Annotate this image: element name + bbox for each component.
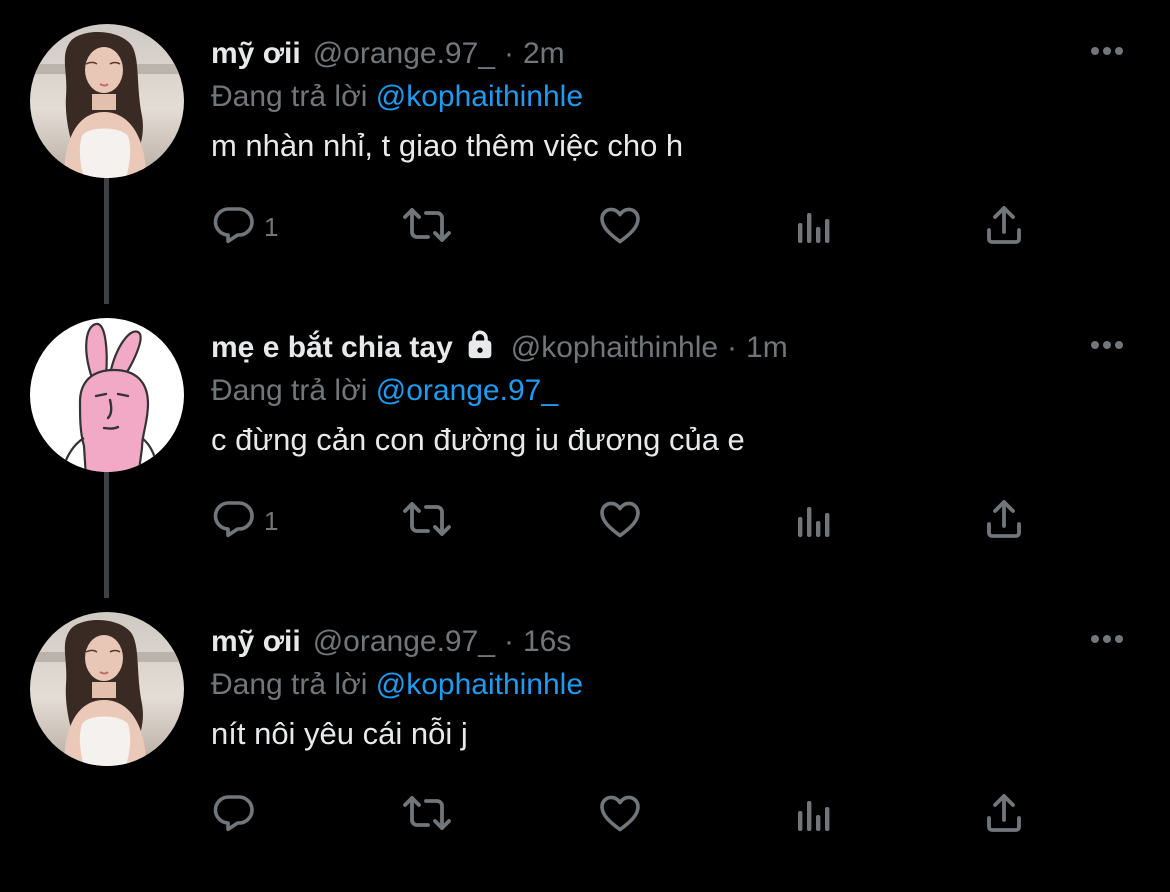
replying-mention-link[interactable]: @kophaithinhle <box>376 668 583 701</box>
avatar[interactable] <box>30 612 184 766</box>
tweet-text: m nhàn nhỉ, t giao thêm việc cho h <box>211 128 684 163</box>
share-icon <box>980 201 1028 254</box>
like-button[interactable] <box>596 202 644 252</box>
tweet-actions <box>210 790 1050 840</box>
separator-dot: · <box>503 625 514 658</box>
tweet-text: c đừng cản con đường iu đương của e <box>211 422 745 457</box>
replying-mention-link[interactable]: @orange.97_ <box>376 374 558 407</box>
handle[interactable]: @kophaithinhle <box>511 331 718 365</box>
views-button[interactable] <box>790 202 838 252</box>
retweet-button[interactable] <box>400 496 454 546</box>
reply-button[interactable]: 1 <box>210 202 278 252</box>
replying-to: Đang trả lời @kophaithinhle <box>211 668 583 702</box>
reply-bubble-icon <box>210 495 258 548</box>
timestamp[interactable]: 16s <box>523 625 571 659</box>
retweet-button[interactable] <box>400 202 454 252</box>
tweet[interactable]: mỹ ơii @orange.97_ · 16s Đang trả lời @k… <box>0 598 1170 892</box>
retweet-icon <box>400 789 454 842</box>
replying-to: Đang trả lời @kophaithinhle <box>211 80 583 114</box>
analytics-icon <box>790 495 838 548</box>
share-button[interactable] <box>980 790 1028 840</box>
like-button[interactable] <box>596 496 644 546</box>
more-dots-icon <box>1087 44 1127 62</box>
avatar[interactable] <box>30 318 184 472</box>
tweet-text: nít nôi yêu cái nỗi j <box>211 716 468 751</box>
tweet-actions: 1 <box>210 202 1050 252</box>
replying-prefix: Đang trả lời <box>211 374 368 407</box>
tweet-header: mỹ ơii @orange.97_ · 2m <box>211 34 565 74</box>
tweet[interactable]: mỹ ơii @orange.97_ · 2m Đang trả lời @ko… <box>0 10 1170 304</box>
more-options-button[interactable] <box>1086 334 1128 360</box>
more-options-button[interactable] <box>1086 628 1128 654</box>
replying-prefix: Đang trả lời <box>211 80 368 113</box>
retweet-icon <box>400 201 454 254</box>
display-name[interactable]: mỹ ơii <box>211 625 301 659</box>
retweet-icon <box>400 495 454 548</box>
lock-icon <box>463 327 497 369</box>
like-button[interactable] <box>596 790 644 840</box>
reply-count: 1 <box>264 211 279 242</box>
avatar[interactable] <box>30 24 184 178</box>
more-options-button[interactable] <box>1086 40 1128 66</box>
more-dots-icon <box>1087 338 1127 356</box>
share-button[interactable] <box>980 496 1028 546</box>
display-name[interactable]: mỹ ơii <box>211 37 301 71</box>
heart-icon <box>596 495 644 548</box>
separator-dot: · <box>503 37 514 70</box>
handle[interactable]: @orange.97_ <box>313 625 495 659</box>
analytics-icon <box>790 789 838 842</box>
more-dots-icon <box>1087 632 1127 650</box>
timestamp[interactable]: 1m <box>746 331 788 365</box>
views-button[interactable] <box>790 790 838 840</box>
reply-button[interactable] <box>210 790 264 840</box>
views-button[interactable] <box>790 496 838 546</box>
reply-count: 1 <box>264 505 279 536</box>
replying-mention-link[interactable]: @kophaithinhle <box>376 80 583 113</box>
tweet-actions: 1 <box>210 496 1050 546</box>
heart-icon <box>596 201 644 254</box>
heart-icon <box>596 789 644 842</box>
share-icon <box>980 495 1028 548</box>
timestamp[interactable]: 2m <box>523 37 565 71</box>
tweet-header: mỹ ơii @orange.97_ · 16s <box>211 622 571 662</box>
reply-button[interactable]: 1 <box>210 496 278 546</box>
replying-to: Đang trả lời @orange.97_ <box>211 374 558 408</box>
display-name[interactable]: mẹ e bắt chia tay <box>211 331 453 365</box>
share-icon <box>980 789 1028 842</box>
reply-bubble-icon <box>210 789 258 842</box>
tweet[interactable]: mẹ e bắt chia tay @kophaithinhle · 1m Đa… <box>0 304 1170 598</box>
tweet-header: mẹ e bắt chia tay @kophaithinhle · 1m <box>211 328 788 368</box>
analytics-icon <box>790 201 838 254</box>
reply-bubble-icon <box>210 201 258 254</box>
replying-prefix: Đang trả lời <box>211 668 368 701</box>
share-button[interactable] <box>980 202 1028 252</box>
retweet-button[interactable] <box>400 790 454 840</box>
separator-dot: · <box>727 331 738 364</box>
handle[interactable]: @orange.97_ <box>313 37 495 71</box>
